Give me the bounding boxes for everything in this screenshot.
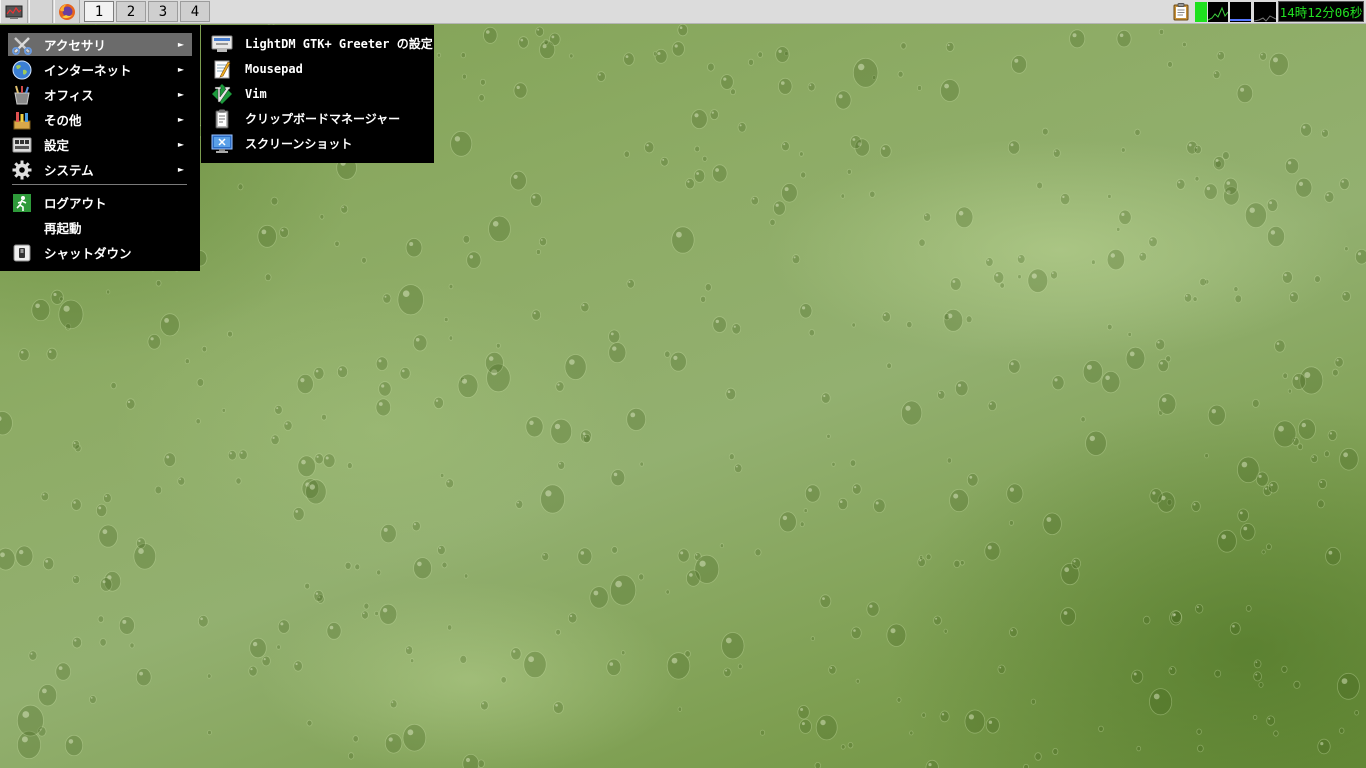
workspace-3[interactable]: 3 <box>148 1 178 22</box>
settings-icon <box>11 134 33 156</box>
menu-item-label: インターネット <box>44 63 132 78</box>
menu-item-reboot[interactable]: 再起動 <box>8 216 192 239</box>
menu-item-label: シャットダウン <box>44 246 132 261</box>
menu-item-accessories[interactable]: アクセサリ ► <box>8 33 192 56</box>
accessories-submenu: LightDM GTK+ Greeter の設定 Mousepad Vim クリ… <box>201 25 434 163</box>
submenu-item-label: Mousepad <box>245 61 303 76</box>
menu-separator <box>12 184 187 185</box>
clipboard-manager-icon <box>211 108 233 130</box>
firefox-launcher[interactable] <box>54 0 80 23</box>
submenu-item-vim[interactable]: Vim <box>211 82 431 105</box>
clipboard-tray[interactable] <box>1170 2 1192 22</box>
blank-launcher[interactable] <box>29 0 53 23</box>
clipboard-icon <box>1173 3 1189 21</box>
screenshot-icon <box>211 133 233 155</box>
menu-item-other[interactable]: その他 ► <box>8 108 192 131</box>
menu-item-label: その他 <box>44 113 82 128</box>
application-menu: アクセサリ ► インターネット ► オフィス ► その他 ► 設定 ► システム… <box>0 25 200 271</box>
system-monitor-icon <box>5 5 23 19</box>
submenu-item-label: スクリーンショット <box>245 137 353 151</box>
internet-globe-icon <box>11 59 33 81</box>
submenu-item-label: Vim <box>245 86 267 101</box>
submenu-item-label: クリップボードマネージャー <box>245 112 401 126</box>
menu-item-logout[interactable]: ログアウト <box>8 191 192 214</box>
panel-clock[interactable]: 14時12分06秒 <box>1278 1 1364 22</box>
menu-item-system[interactable]: システム ► <box>8 158 192 181</box>
menu-item-label: アクセサリ <box>44 38 106 53</box>
mousepad-icon <box>211 58 233 80</box>
submenu-item-lightdm-settings[interactable]: LightDM GTK+ Greeter の設定 <box>211 32 433 55</box>
submenu-arrow-icon: ► <box>177 140 184 149</box>
menu-item-shutdown[interactable]: シャットダウン <box>8 241 192 264</box>
submenu-item-clipboard-manager[interactable]: クリップボードマネージャー <box>211 107 431 130</box>
reboot-blank-icon <box>11 217 33 239</box>
menu-item-office[interactable]: オフィス ► <box>8 83 192 106</box>
menu-item-label: 設定 <box>44 138 70 153</box>
workspace-1[interactable]: 1 <box>84 1 114 22</box>
menu-item-label: ログアウト <box>44 196 107 211</box>
menu-item-label: システム <box>44 163 94 178</box>
submenu-arrow-icon: ► <box>177 65 184 74</box>
cpu-meter-icon <box>1195 2 1207 22</box>
accessories-icon <box>11 34 33 56</box>
system-gear-icon <box>11 159 33 181</box>
submenu-arrow-icon: ► <box>177 115 184 124</box>
vim-icon <box>211 83 233 105</box>
top-panel: 1 2 3 4 14時12分06秒 <box>0 0 1366 24</box>
office-icon <box>11 84 33 106</box>
workspace-2[interactable]: 2 <box>116 1 146 22</box>
menu-item-label: オフィス <box>44 88 94 103</box>
submenu-item-screenshot[interactable]: スクリーンショット <box>211 132 431 155</box>
workspace-4[interactable]: 4 <box>180 1 210 22</box>
system-monitor-launcher[interactable] <box>0 0 28 23</box>
submenu-item-label: LightDM GTK+ Greeter の設定 <box>245 37 433 51</box>
memory-meter-icon <box>1207 2 1229 22</box>
submenu-item-mousepad[interactable]: Mousepad <box>211 57 431 80</box>
lightdm-settings-icon <box>211 33 233 55</box>
menu-item-label: 再起動 <box>44 221 82 236</box>
submenu-arrow-icon: ► <box>177 165 184 174</box>
submenu-arrow-icon: ► <box>177 40 184 49</box>
logout-icon <box>11 192 33 214</box>
firefox-icon <box>59 3 75 20</box>
menu-item-internet[interactable]: インターネット ► <box>8 58 192 81</box>
other-icon <box>11 109 33 131</box>
menu-item-settings[interactable]: 設定 ► <box>8 133 192 156</box>
submenu-arrow-icon: ► <box>177 90 184 99</box>
swap-meter-icon <box>1253 2 1277 22</box>
network-meter-icon <box>1230 2 1251 22</box>
shutdown-icon <box>11 242 33 264</box>
